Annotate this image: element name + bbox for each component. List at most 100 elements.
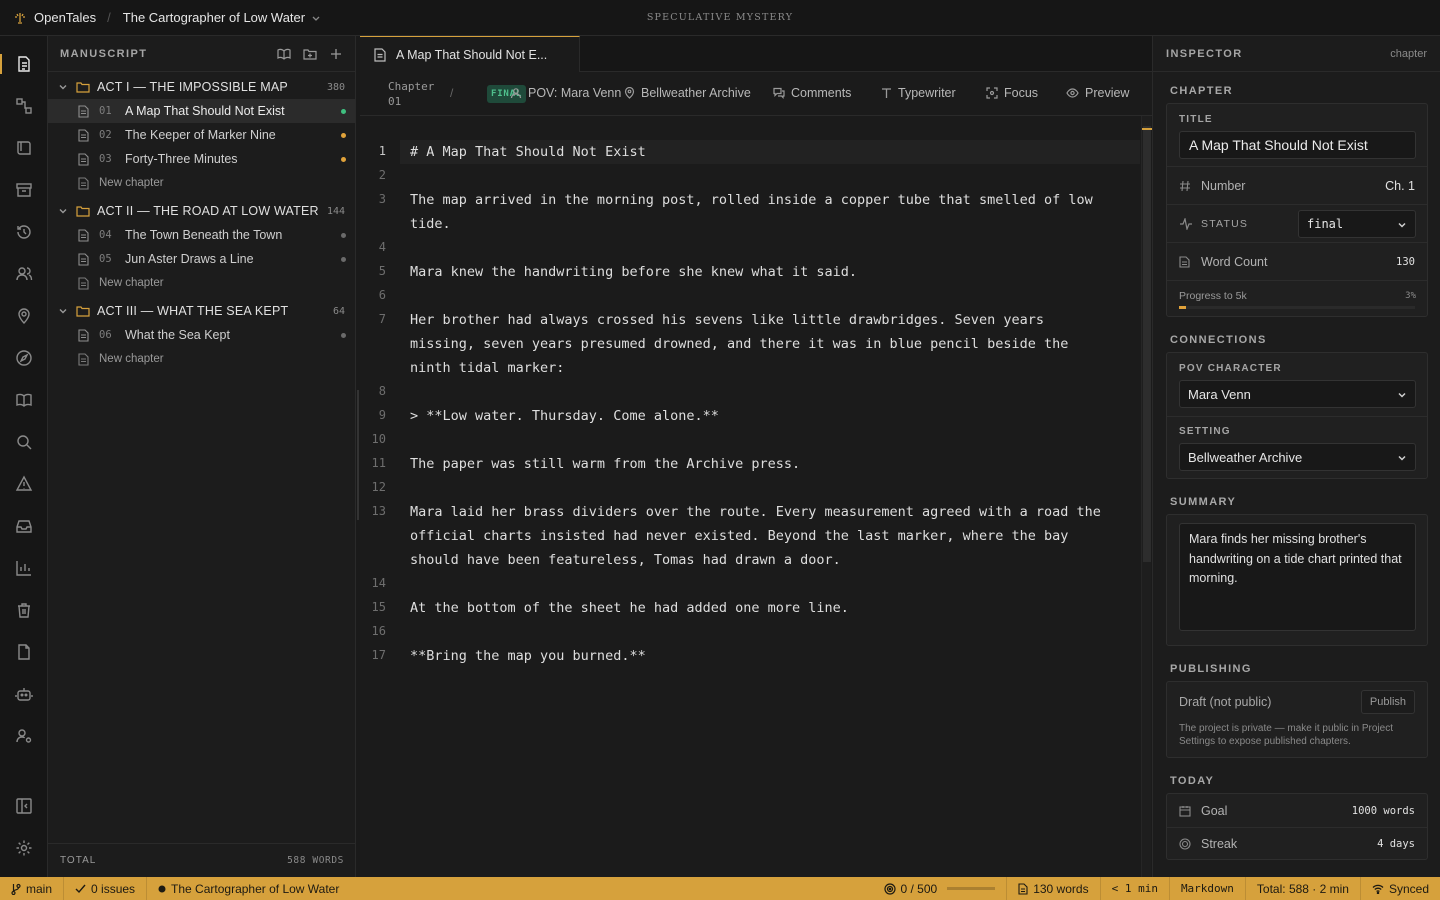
git-branch-icon [11,883,26,895]
comments-label: Comments [791,86,852,100]
progress-label: Progress to 5k [1179,290,1247,302]
text-line: The paper was still warm from the Archiv… [410,456,801,472]
publish-button[interactable]: Publish [1360,690,1415,714]
pov-character-select[interactable]: Mara Venn [1179,380,1416,408]
chevron-down-icon[interactable] [311,13,321,23]
folder-icon [76,81,90,93]
trash-icon[interactable] [14,600,34,620]
search-icon[interactable] [14,432,34,452]
location-icon[interactable] [14,306,34,326]
chapter-item[interactable]: 02 The Keeper of Marker Nine [48,123,355,147]
settings-icon[interactable] [14,838,34,858]
chevron-down-icon[interactable] [58,206,68,216]
document-icon [78,152,89,166]
session-goal[interactable]: 0 / 500 [873,877,1007,900]
summary-textarea[interactable]: Mara finds her missing brother's handwri… [1179,523,1416,631]
inspector-header: INSPECTOR chapter [1153,36,1440,72]
chapter-title: What the Sea Kept [125,328,230,342]
chapter-item[interactable]: 04 The Town Beneath the Town [48,223,355,247]
panel-toggle-icon[interactable] [14,796,34,816]
add-icon[interactable] [329,47,343,61]
chevron-down-icon[interactable] [58,306,68,316]
project-indicator[interactable]: The Cartographer of Low Water [147,877,350,900]
act-title: ACT I — THE IMPOSSIBLE MAP [97,80,288,94]
warning-icon[interactable] [14,474,34,494]
text-line: Mara laid her brass dividers over the ro… [410,504,1101,520]
stats-icon[interactable] [14,558,34,578]
act-row[interactable]: ACT III — WHAT THE SEA KEPT 64 [48,299,355,323]
file-icon[interactable] [14,642,34,662]
new-chapter-label: New chapter [99,353,164,365]
editor-scrollbar[interactable] [1141,116,1152,877]
book-icon[interactable] [14,138,34,158]
number-row: Number Ch. 1 [1167,166,1427,204]
scrollbar-thumb[interactable] [1143,126,1151,562]
focus-button[interactable]: Focus [986,86,1038,100]
reading-icon[interactable] [14,390,34,410]
publishing-card: Draft (not public) Publish The project i… [1166,681,1428,758]
mode-indicator[interactable]: Markdown [1168,877,1245,900]
preview-button[interactable]: Preview [1066,86,1129,100]
archive-icon[interactable] [14,180,34,200]
text-line: should have been featureless, Tomas had … [410,552,841,568]
tab-chapter-01[interactable]: A Map That Should Not E... [360,36,580,72]
act-row[interactable]: ACT II — THE ROAD AT LOW WATER 144 [48,199,355,223]
new-chapter-button[interactable]: New chapter [48,271,355,295]
text-line: The map arrived in the morning post, rol… [410,192,1093,208]
chapter-item[interactable]: 05 Jun Aster Draws a Line [48,247,355,271]
chapter-status-dot [341,156,346,162]
today-card: Goal 1000 words Streak 4 days [1166,793,1428,860]
typewriter-button[interactable]: Typewriter [881,86,956,100]
document-icon [78,252,89,266]
user-settings-icon[interactable] [14,726,34,746]
issues-indicator[interactable]: 0 issues [64,877,148,900]
target-icon [883,882,901,895]
new-folder-icon[interactable] [303,47,317,61]
breadcrumb-separator: / [450,86,454,100]
pov-character-label: POV CHARACTER [1179,363,1282,374]
typewriter-label: Typewriter [898,86,956,100]
chapter-number: 05 [99,253,112,265]
document-icon [1018,882,1033,895]
folder-icon [76,305,90,317]
pov-button[interactable]: POV: Mara Venn [510,86,621,100]
focus-icon [986,87,1004,99]
status-select[interactable]: final [1298,210,1416,238]
setting-button[interactable]: Bellweather Archive [624,86,751,100]
chapter-status-dot [341,232,346,238]
open-book-icon[interactable] [277,47,291,61]
sync-indicator[interactable]: Synced [1359,877,1440,900]
chapter-item[interactable]: 01 A Map That Should Not Exist [48,99,355,123]
progress-track [1179,306,1415,309]
chapter-card: TITLE A Map That Should Not Exist Number… [1166,103,1428,317]
act-title: ACT III — WHAT THE SEA KEPT [97,304,289,318]
panel-resize-handle[interactable] [357,390,359,520]
focus-label: Focus [1004,86,1039,100]
goal-label: Goal [1201,803,1228,818]
document-icon [78,228,89,242]
comments-button[interactable]: Comments [773,86,851,100]
chapter-item[interactable]: 03 Forty-Three Minutes [48,147,355,171]
project-switcher[interactable]: The Cartographer of Low Water [123,10,305,25]
branch-indicator[interactable]: main [0,877,65,900]
number-value[interactable]: Ch. 1 [1385,179,1415,193]
word-count-indicator[interactable]: 130 words [1006,877,1099,900]
summary-section-title: SUMMARY [1170,496,1237,508]
manuscript-icon[interactable] [14,54,34,74]
bot-icon[interactable] [14,684,34,704]
chevron-down-icon[interactable] [58,82,68,92]
history-icon[interactable] [14,222,34,242]
new-chapter-button[interactable]: New chapter [48,171,355,195]
characters-icon[interactable] [14,264,34,284]
lamp-logo-icon [13,11,27,25]
setting-select[interactable]: Bellweather Archive [1179,443,1416,471]
act-row[interactable]: ACT I — THE IMPOSSIBLE MAP 380 [48,75,355,99]
document-icon [78,276,89,290]
inbox-icon[interactable] [14,516,34,536]
chapter-item[interactable]: 06 What the Sea Kept [48,323,355,347]
title-input[interactable]: A Map That Should Not Exist [1179,131,1416,159]
compass-icon[interactable] [14,348,34,368]
graph-icon[interactable] [14,96,34,116]
new-chapter-button[interactable]: New chapter [48,347,355,371]
summary-card: Mara finds her missing brother's handwri… [1166,514,1428,646]
